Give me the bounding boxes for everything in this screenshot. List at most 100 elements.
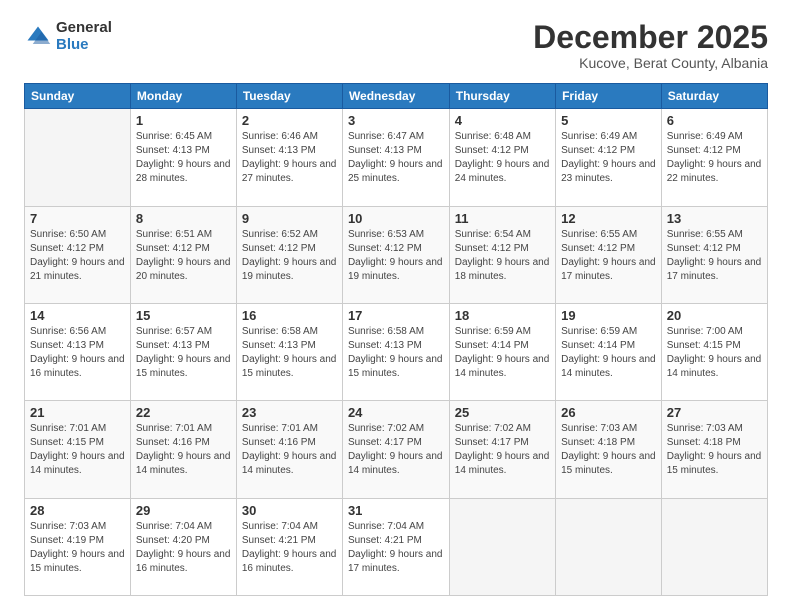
day-info: Sunrise: 7:01 AMSunset: 4:16 PMDaylight:…	[136, 422, 231, 478]
table-row	[556, 498, 662, 595]
day-number: 30	[242, 503, 337, 518]
day-info: Sunrise: 7:04 AMSunset: 4:21 PMDaylight:…	[242, 520, 337, 576]
day-info: Sunrise: 7:03 AMSunset: 4:18 PMDaylight:…	[561, 422, 656, 478]
day-number: 8	[136, 211, 231, 226]
day-info: Sunrise: 6:46 AMSunset: 4:13 PMDaylight:…	[242, 130, 337, 186]
table-row: 3Sunrise: 6:47 AMSunset: 4:13 PMDaylight…	[342, 109, 449, 206]
table-row: 15Sunrise: 6:57 AMSunset: 4:13 PMDayligh…	[130, 303, 236, 400]
day-info: Sunrise: 6:48 AMSunset: 4:12 PMDaylight:…	[455, 130, 550, 186]
table-row: 30 Sunrise: 7:04 AMSunset: 4:21 PMDayligh…	[236, 498, 342, 595]
logo-blue-text: Blue	[56, 37, 112, 54]
day-info: Sunrise: 6:54 AMSunset: 4:12 PMDaylight:…	[455, 228, 550, 284]
day-info: Sunrise: 6:59 AMSunset: 4:14 PMDaylight:…	[455, 325, 550, 381]
month-title: December 2025	[533, 20, 768, 55]
day-info: Sunrise: 6:56 AMSunset: 4:13 PMDaylight:…	[30, 325, 125, 381]
day-info: Sunrise: 6:58 AMSunset: 4:13 PMDaylight:…	[242, 325, 337, 381]
day-number: 7	[30, 211, 125, 226]
table-row	[25, 109, 131, 206]
day-number: 1	[136, 113, 231, 128]
calendar-table: Sunday Monday Tuesday Wednesday Thursday…	[24, 83, 768, 596]
day-info: Sunrise: 7:03 AMSunset: 4:19 PMDaylight:…	[30, 520, 125, 576]
logo-general-text: General	[56, 20, 112, 37]
day-number: 28	[30, 503, 125, 518]
day-number: 25	[455, 405, 550, 420]
day-info: Sunrise: 6:55 AMSunset: 4:12 PMDaylight:…	[667, 228, 762, 284]
day-number: 21	[30, 405, 125, 420]
table-row: 8 Sunrise: 6:51 AMSunset: 4:12 PMDaylight…	[130, 206, 236, 303]
day-number: 18	[455, 308, 550, 323]
table-row: 20Sunrise: 7:00 AMSunset: 4:15 PMDayligh…	[661, 303, 767, 400]
title-section: December 2025 Kucove, Berat County, Alba…	[533, 20, 768, 71]
day-info: Sunrise: 7:03 AMSunset: 4:18 PMDaylight:…	[667, 422, 762, 478]
day-number: 29	[136, 503, 231, 518]
day-number: 6	[667, 113, 762, 128]
table-row: 22 Sunrise: 7:01 AMSunset: 4:16 PMDayligh…	[130, 401, 236, 498]
day-info: Sunrise: 6:51 AMSunset: 4:12 PMDaylight:…	[136, 228, 231, 284]
col-saturday: Saturday	[661, 84, 767, 109]
table-row	[661, 498, 767, 595]
day-number: 5	[561, 113, 656, 128]
table-row: 24Sunrise: 7:02 AMSunset: 4:17 PMDayligh…	[342, 401, 449, 498]
table-row: 5 Sunrise: 6:49 AMSunset: 4:12 PMDaylight…	[556, 109, 662, 206]
day-number: 17	[348, 308, 444, 323]
table-row: 26Sunrise: 7:03 AMSunset: 4:18 PMDayligh…	[556, 401, 662, 498]
table-row: 14 Sunrise: 6:56 AMSunset: 4:13 PMDayligh…	[25, 303, 131, 400]
calendar-week-row-3: 14 Sunrise: 6:56 AMSunset: 4:13 PMDayligh…	[25, 303, 768, 400]
table-row: 27 Sunrise: 7:03 AMSunset: 4:18 PMDayligh…	[661, 401, 767, 498]
day-info: Sunrise: 7:01 AMSunset: 4:15 PMDaylight:…	[30, 422, 125, 478]
header: General Blue December 2025 Kucove, Berat…	[24, 20, 768, 71]
table-row: 23Sunrise: 7:01 AMSunset: 4:16 PMDayligh…	[236, 401, 342, 498]
day-info: Sunrise: 6:53 AMSunset: 4:12 PMDaylight:…	[348, 228, 444, 284]
calendar-week-row-1: 1 Sunrise: 6:45 AMSunset: 4:13 PMDaylight…	[25, 109, 768, 206]
table-row	[449, 498, 555, 595]
calendar-header-row: Sunday Monday Tuesday Wednesday Thursday…	[25, 84, 768, 109]
day-number: 9	[242, 211, 337, 226]
day-number: 15	[136, 308, 231, 323]
table-row: 29Sunrise: 7:04 AMSunset: 4:20 PMDayligh…	[130, 498, 236, 595]
day-number: 4	[455, 113, 550, 128]
table-row: 11Sunrise: 6:54 AMSunset: 4:12 PMDayligh…	[449, 206, 555, 303]
table-row: 2 Sunrise: 6:46 AMSunset: 4:13 PMDaylight…	[236, 109, 342, 206]
day-number: 19	[561, 308, 656, 323]
calendar-week-row-2: 7 Sunrise: 6:50 AMSunset: 4:12 PMDaylight…	[25, 206, 768, 303]
day-number: 31	[348, 503, 444, 518]
table-row: 12Sunrise: 6:55 AMSunset: 4:12 PMDayligh…	[556, 206, 662, 303]
day-info: Sunrise: 7:02 AMSunset: 4:17 PMDaylight:…	[455, 422, 550, 478]
day-number: 10	[348, 211, 444, 226]
day-info: Sunrise: 6:45 AMSunset: 4:13 PMDaylight:…	[136, 130, 231, 186]
table-row: 6 Sunrise: 6:49 AMSunset: 4:12 PMDaylight…	[661, 109, 767, 206]
table-row: 9Sunrise: 6:52 AMSunset: 4:12 PMDaylight…	[236, 206, 342, 303]
day-number: 14	[30, 308, 125, 323]
col-wednesday: Wednesday	[342, 84, 449, 109]
calendar-week-row-4: 21 Sunrise: 7:01 AMSunset: 4:15 PMDayligh…	[25, 401, 768, 498]
day-info: Sunrise: 6:47 AMSunset: 4:13 PMDaylight:…	[348, 130, 444, 186]
day-info: Sunrise: 7:00 AMSunset: 4:15 PMDaylight:…	[667, 325, 762, 381]
day-info: Sunrise: 6:55 AMSunset: 4:12 PMDaylight:…	[561, 228, 656, 284]
table-row: 19 Sunrise: 6:59 AMSunset: 4:14 PMDayligh…	[556, 303, 662, 400]
day-info: Sunrise: 6:49 AMSunset: 4:12 PMDaylight:…	[561, 130, 656, 186]
day-info: Sunrise: 6:50 AMSunset: 4:12 PMDaylight:…	[30, 228, 125, 284]
page: General Blue December 2025 Kucove, Berat…	[0, 0, 792, 612]
day-number: 13	[667, 211, 762, 226]
day-number: 22	[136, 405, 231, 420]
day-info: Sunrise: 6:49 AMSunset: 4:12 PMDaylight:…	[667, 130, 762, 186]
day-number: 23	[242, 405, 337, 420]
col-friday: Friday	[556, 84, 662, 109]
table-row: 7 Sunrise: 6:50 AMSunset: 4:12 PMDaylight…	[25, 206, 131, 303]
table-row: 28 Sunrise: 7:03 AMSunset: 4:19 PMDayligh…	[25, 498, 131, 595]
col-tuesday: Tuesday	[236, 84, 342, 109]
table-row: 16Sunrise: 6:58 AMSunset: 4:13 PMDayligh…	[236, 303, 342, 400]
day-number: 2	[242, 113, 337, 128]
table-row: 25 Sunrise: 7:02 AMSunset: 4:17 PMDayligh…	[449, 401, 555, 498]
location-subtitle: Kucove, Berat County, Albania	[533, 55, 768, 71]
table-row: 18 Sunrise: 6:59 AMSunset: 4:14 PMDayligh…	[449, 303, 555, 400]
col-monday: Monday	[130, 84, 236, 109]
table-row: 17Sunrise: 6:58 AMSunset: 4:13 PMDayligh…	[342, 303, 449, 400]
day-info: Sunrise: 6:59 AMSunset: 4:14 PMDaylight:…	[561, 325, 656, 381]
table-row: 1 Sunrise: 6:45 AMSunset: 4:13 PMDaylight…	[130, 109, 236, 206]
day-number: 27	[667, 405, 762, 420]
logo-text: General Blue	[56, 20, 112, 53]
calendar-week-row-5: 28 Sunrise: 7:03 AMSunset: 4:19 PMDayligh…	[25, 498, 768, 595]
logo: General Blue	[24, 20, 112, 53]
day-info: Sunrise: 7:02 AMSunset: 4:17 PMDaylight:…	[348, 422, 444, 478]
